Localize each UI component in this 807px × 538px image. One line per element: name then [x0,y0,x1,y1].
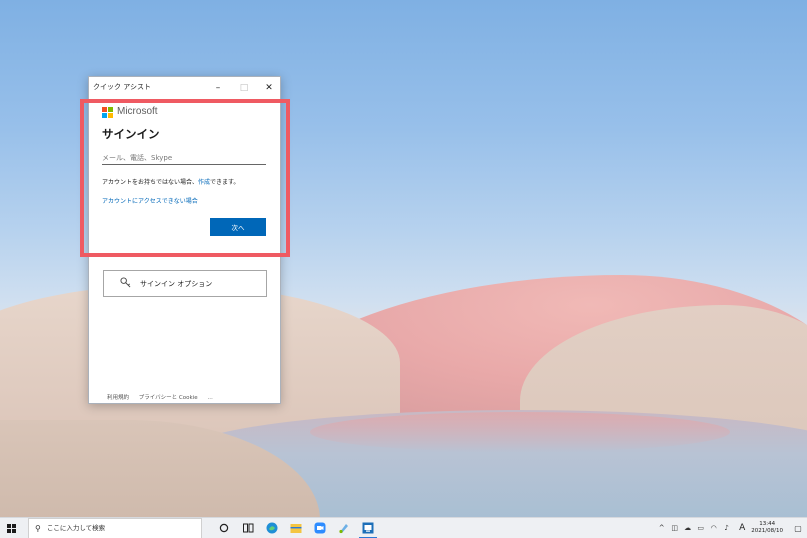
footer: 利用規約 プライバシーと Cookie … [107,393,221,401]
quick-assist-window: クイック アシスト – □ ✕ Microsoft サインイン アカウントをお持… [88,76,281,404]
brand-name: Microsoft [117,106,158,117]
clock-time: 13:44 [759,521,776,527]
signin-options-button[interactable]: サインイン オプション [103,270,267,297]
signin-options-label: サインイン オプション [140,279,213,288]
privacy-link[interactable]: プライバシーと Cookie [139,395,198,401]
no-account-suffix: できます。 [210,179,240,186]
ime-indicator[interactable]: A [739,523,745,533]
taskbar-search-input[interactable] [46,524,187,532]
window-title: クイック アシスト [93,83,151,91]
terms-link[interactable]: 利用規約 [107,395,129,401]
signin-heading: サインイン [102,127,160,141]
taskbar-search-box[interactable]: ⚲ [28,517,202,538]
chevron-up-icon[interactable]: ^ [655,524,668,532]
clock-date: 2021/08/10 [751,528,783,534]
notification-icon[interactable]: ▢ [789,524,807,533]
paint-icon[interactable] [332,518,356,538]
microsoft-logo-icon [102,107,113,118]
no-account-text: アカウントをお持ちではない場合、作成できます。 [102,177,239,186]
create-account-link[interactable]: 作成 [198,179,210,186]
system-tray: ^ ◫ ☁ ▭ ◠ ♪ A 13:44 2021/08/10 ▢ [655,518,807,538]
more-options-button[interactable]: … [207,395,213,401]
file-explorer-icon[interactable] [284,518,308,538]
cortana-icon[interactable] [212,518,236,538]
onedrive-icon[interactable]: ☁ [681,524,694,532]
maximize-button[interactable]: □ [231,77,257,99]
wallpaper-lake-reflection [310,412,730,452]
quick-assist-taskbar-icon[interactable] [356,518,380,538]
windows-logo-icon [6,523,16,533]
minimize-button[interactable]: – [205,77,231,99]
next-button[interactable]: 次へ [210,218,266,236]
task-view-icon[interactable] [236,518,260,538]
taskbar: ⚲ ^ ◫ ☁ ▭ ◠ ♪ A 13:44 2021/08/10 ▢ [0,517,807,538]
wifi-icon[interactable]: ◠ [707,524,720,532]
battery-icon[interactable]: ▭ [694,524,707,532]
zoom-icon[interactable] [308,518,332,538]
cant-access-link[interactable]: アカウントにアクセスできない場合 [102,196,198,205]
meet-now-icon[interactable]: ◫ [668,524,681,532]
volume-icon[interactable]: ♪ [720,524,733,532]
title-bar[interactable]: クイック アシスト – □ ✕ [89,77,280,99]
no-account-prefix: アカウントをお持ちではない場合、 [102,179,199,186]
close-button[interactable]: ✕ [256,77,282,99]
email-field[interactable] [102,151,266,165]
start-button[interactable] [0,518,22,538]
edge-icon[interactable] [260,518,284,538]
search-icon: ⚲ [35,523,41,533]
clock[interactable]: 13:44 2021/08/10 [751,521,783,535]
key-icon [110,276,140,291]
